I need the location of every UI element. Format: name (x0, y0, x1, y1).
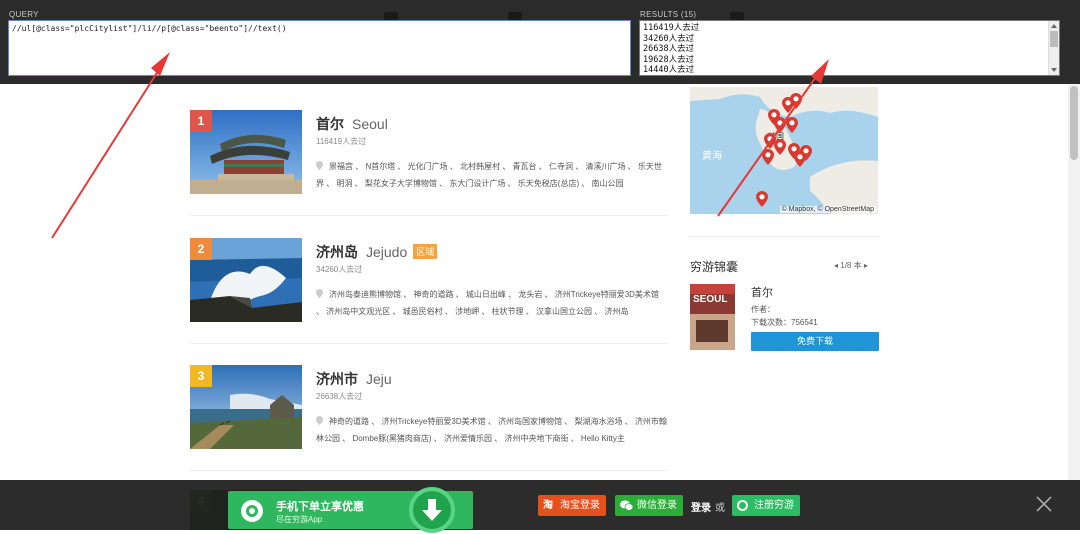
download-icon[interactable] (409, 487, 455, 533)
login-link[interactable]: 登录 (691, 499, 711, 514)
wechat-login-button[interactable]: 微信登录 (615, 495, 683, 516)
taobao-login-label: 淘宝登录 (560, 500, 600, 511)
promo-subtitle: 尽在穷游App (276, 515, 323, 524)
close-icon[interactable] (1036, 496, 1052, 512)
or-text: 或 (715, 503, 725, 514)
wechat-icon (620, 500, 633, 511)
annotation-arrow (51, 52, 170, 239)
wechat-login-label: 微信登录 (637, 500, 677, 511)
annotation-arrow (717, 59, 829, 217)
qyer-icon (737, 500, 748, 511)
register-button[interactable]: 注册穷游 (732, 495, 800, 516)
register-label: 注册穷游 (754, 500, 794, 511)
qyer-logo-icon (241, 500, 263, 522)
app-promo-banner[interactable]: 手机下单立享优惠 尽在穷游App (228, 487, 473, 533)
taobao-login-button[interactable]: 淘淘宝登录 (538, 495, 606, 516)
taobao-icon: 淘 (543, 500, 553, 511)
promo-title: 手机下单立享优惠 (276, 501, 364, 513)
